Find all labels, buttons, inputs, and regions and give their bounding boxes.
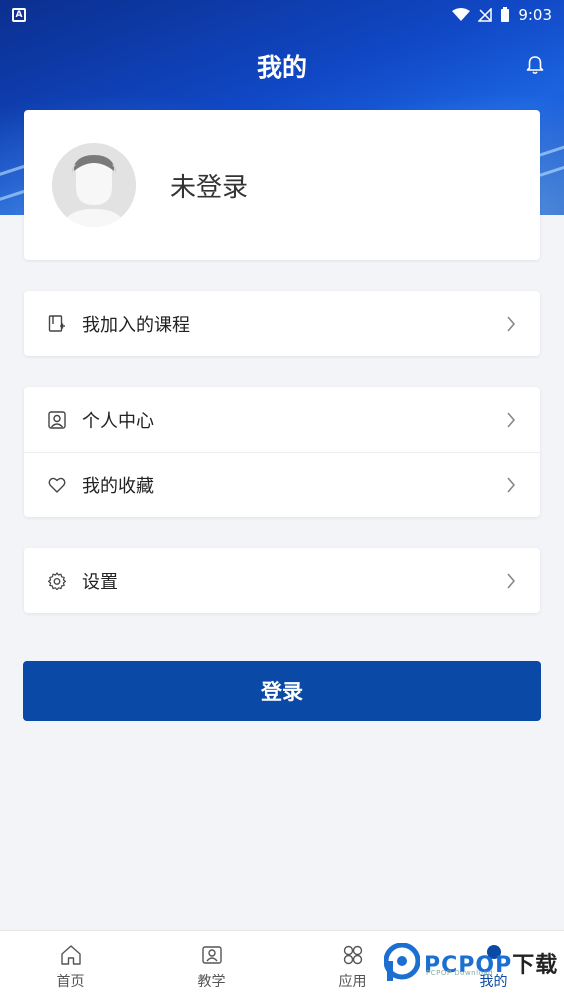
gear-icon xyxy=(48,571,66,590)
home-icon xyxy=(60,945,81,965)
menu-item-personal-center[interactable]: 个人中心 xyxy=(24,387,540,452)
watermark-subtext: PCPOP Download xyxy=(426,969,494,977)
heart-icon xyxy=(48,477,66,493)
course-icon xyxy=(48,314,65,332)
chevron-right-icon xyxy=(507,411,516,428)
profile-name: 未登录 xyxy=(170,172,249,203)
page-title: 我的 xyxy=(256,53,307,82)
tab-teaching[interactable]: 教学 xyxy=(141,931,282,1002)
chevron-right-icon xyxy=(507,477,516,493)
teach-icon xyxy=(201,946,222,964)
menu-item-favorites[interactable]: 我的收藏 xyxy=(24,452,540,517)
wifi-icon xyxy=(452,8,471,21)
bell-icon[interactable] xyxy=(526,55,544,75)
watermark: PCPOP下载 PCPOP Download xyxy=(384,943,558,983)
menu-item-settings[interactable]: 设置 xyxy=(24,548,540,613)
login-button[interactable]: 登录 xyxy=(23,661,541,721)
tab-label: 首页 xyxy=(56,974,85,990)
avatar xyxy=(52,143,136,227)
pcpop-logo-icon xyxy=(384,943,420,981)
menu-label: 我的收藏 xyxy=(82,476,154,497)
menu-group-courses: 我加入的课程 xyxy=(24,291,540,356)
tab-label: 教学 xyxy=(197,974,226,990)
status-time: 9:03 xyxy=(518,6,552,24)
menu-group-personal: 个人中心 我的收藏 xyxy=(24,387,540,517)
menu-label: 设置 xyxy=(82,571,118,593)
chevron-right-icon xyxy=(507,315,516,332)
menu-label: 个人中心 xyxy=(82,410,154,432)
default-avatar-icon xyxy=(52,143,136,227)
apps-icon xyxy=(343,945,362,965)
battery-icon xyxy=(501,7,510,22)
no-signal-icon xyxy=(478,8,493,22)
tab-label: 应用 xyxy=(338,974,367,990)
menu-group-settings: 设置 xyxy=(24,548,540,613)
app-notification-icon: A xyxy=(12,8,26,22)
chevron-right-icon xyxy=(507,572,516,589)
tab-home[interactable]: 首页 xyxy=(0,931,141,1002)
profile-card[interactable]: 未登录 xyxy=(24,110,540,260)
menu-item-my-courses[interactable]: 我加入的课程 xyxy=(24,291,540,356)
person-icon xyxy=(48,410,66,429)
status-bar: A 9:03 xyxy=(0,0,564,30)
menu-label: 我加入的课程 xyxy=(82,314,190,336)
